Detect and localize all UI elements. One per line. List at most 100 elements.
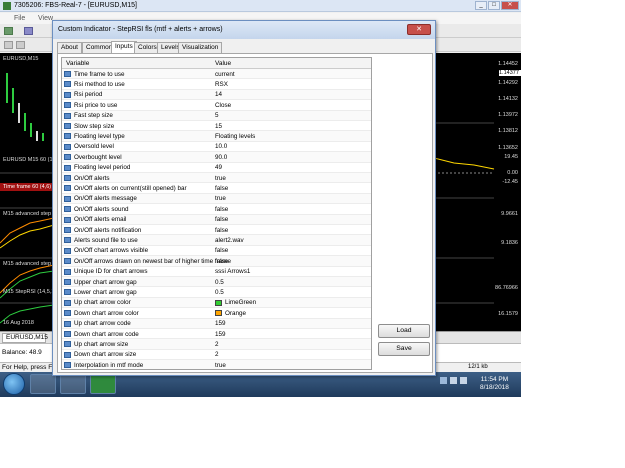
balance-text: Balance: 48.9 [2, 349, 42, 356]
table-row[interactable]: Time frame to use current [62, 69, 371, 80]
app-icon [3, 2, 11, 10]
parameter-type-icon [64, 133, 71, 140]
dialog-close-button[interactable]: ✕ [407, 24, 431, 35]
table-row[interactable]: Lower chart arrow gap 0.5 [62, 287, 371, 298]
maximize-icon[interactable]: □ [488, 1, 500, 10]
new-chart-icon[interactable] [4, 27, 13, 35]
column-variable[interactable]: Variable [66, 60, 89, 67]
start-button-icon[interactable] [3, 373, 25, 395]
table-row[interactable]: On/Off alerts message true [62, 193, 371, 205]
parameter-type-icon [64, 237, 71, 244]
table-row[interactable]: Floating level period 49 [62, 162, 371, 173]
chart-tab-eurusd[interactable]: EURUSD,M15 [2, 333, 48, 343]
profiles-icon[interactable] [24, 27, 33, 35]
tab-about[interactable]: About [57, 42, 82, 53]
parameter-value[interactable]: 49 [215, 164, 222, 171]
parameter-value[interactable]: false [215, 258, 228, 265]
table-row[interactable]: Alerts sound file to use alert2.wav [62, 235, 371, 246]
table-row[interactable]: Interpolation in mtf mode true [62, 360, 371, 369]
folder-taskbar-icon[interactable] [60, 374, 86, 394]
table-row[interactable]: Rsi period 14 [62, 89, 371, 101]
parameter-value[interactable]: 159 [215, 331, 226, 338]
table-row[interactable]: Up chart arrow code 159 [62, 318, 371, 329]
save-button[interactable]: Save [378, 342, 430, 356]
table-row[interactable]: On/Off alerts notification false [62, 225, 371, 236]
table-row[interactable]: On/Off alerts sound false [62, 204, 371, 215]
parameter-value[interactable]: 14 [215, 91, 222, 98]
tab-visualization[interactable]: Visualization [178, 42, 223, 53]
table-row[interactable]: On/Off chart arrows visible false [62, 245, 371, 257]
status-help-text: For Help, press F1 [2, 364, 56, 371]
table-row[interactable]: Unique ID for chart arrows sssi Arrows1 [62, 266, 371, 277]
menu-view[interactable]: View [38, 15, 53, 22]
parameter-value[interactable]: false [215, 185, 228, 192]
table-row[interactable]: Down chart arrow size 2 [62, 349, 371, 361]
parameter-value[interactable]: false [215, 227, 228, 234]
inputs-table: Variable Value Time frame to use current R… [61, 57, 372, 370]
parameter-value[interactable]: true [215, 362, 226, 369]
close-icon[interactable]: ✕ [501, 1, 519, 10]
parameter-value[interactable]: RSX [215, 81, 228, 88]
parameter-value[interactable]: false [215, 247, 228, 254]
parameter-type-icon [64, 247, 71, 254]
parameter-value[interactable]: 90.0 [215, 154, 227, 161]
table-row[interactable]: Rsi method to use RSX [62, 79, 371, 90]
parameter-value[interactable]: 5 [215, 112, 219, 119]
tray-icons[interactable] [440, 375, 476, 387]
parameter-value[interactable]: sssi Arrows1 [215, 268, 250, 275]
crosshair-icon[interactable] [16, 41, 25, 49]
taskbar-clock[interactable]: 11:54 PM 8/18/2018 [480, 376, 509, 392]
parameter-name: Rsi price to use [74, 101, 118, 109]
table-row[interactable]: Up chart arrow color LimeGreen [62, 297, 371, 309]
table-row[interactable]: Down chart arrow code 159 [62, 329, 371, 340]
table-row[interactable]: On/Off arrows drawn on newest bar of hig… [62, 256, 371, 267]
dialog-title-bar[interactable]: Custom Indicator - StepRSI fls (mtf + al… [53, 21, 435, 39]
parameter-value[interactable]: Close [215, 102, 231, 109]
inputs-table-header: Variable Value [62, 58, 371, 69]
explorer-taskbar-icon[interactable] [30, 374, 56, 394]
parameter-value[interactable]: true [215, 195, 226, 202]
parameter-value[interactable]: Orange [225, 310, 246, 317]
price-label: 1.13812 [498, 128, 518, 134]
parameter-type-icon [64, 227, 71, 233]
table-row[interactable]: On/Off alerts true [62, 173, 371, 184]
parameter-value[interactable]: alert2.wav [215, 237, 244, 244]
table-row[interactable]: On/Off alerts email false [62, 214, 371, 225]
menu-file[interactable]: File [14, 15, 25, 22]
chart-label: Time frame 60 (4,6) [3, 184, 52, 190]
parameter-value[interactable]: LimeGreen [225, 299, 256, 306]
parameter-value[interactable]: false [215, 206, 228, 213]
parameter-value[interactable]: 15 [215, 123, 222, 130]
minimize-icon[interactable]: _ [475, 1, 487, 10]
cursor-icon[interactable] [4, 41, 13, 49]
parameter-name: Overbought level [74, 153, 122, 161]
load-button[interactable]: Load [378, 324, 430, 338]
color-swatch[interactable] [215, 310, 222, 317]
table-row[interactable]: Fast step size 5 [62, 110, 371, 121]
color-swatch[interactable] [215, 299, 222, 306]
parameter-value[interactable]: 0.5 [215, 289, 224, 296]
table-row[interactable]: Oversold level 10.0 [62, 141, 371, 153]
parameter-value[interactable]: true [215, 175, 226, 182]
parameter-type-icon [64, 289, 71, 296]
table-row[interactable]: Overbought level 90.0 [62, 152, 371, 163]
parameter-value[interactable]: Floating levels [215, 133, 255, 140]
parameter-value[interactable]: current [215, 71, 235, 78]
table-row[interactable]: On/Off alerts on current(still opened) b… [62, 183, 371, 194]
fbs-taskbar-icon[interactable] [90, 374, 116, 394]
parameter-value[interactable]: 159 [215, 320, 226, 327]
table-row[interactable]: Slow step size 15 [62, 121, 371, 132]
parameter-name: Slow step size [74, 122, 115, 130]
parameter-value[interactable]: 2 [215, 351, 219, 358]
table-row[interactable]: Floating level type Floating levels [62, 131, 371, 142]
table-row[interactable]: Up chart arrow size 2 [62, 339, 371, 350]
parameter-value[interactable]: 10.0 [215, 143, 227, 150]
table-row[interactable]: Upper chart arrow gap 0.5 [62, 277, 371, 288]
column-value[interactable]: Value [215, 60, 231, 67]
parameter-value[interactable]: 0.5 [215, 279, 224, 286]
parameter-type-icon [64, 362, 71, 369]
table-row[interactable]: Down chart arrow color Orange [62, 308, 371, 319]
parameter-value[interactable]: false [215, 216, 228, 223]
parameter-value[interactable]: 2 [215, 341, 219, 348]
table-row[interactable]: Rsi price to use Close [62, 100, 371, 111]
